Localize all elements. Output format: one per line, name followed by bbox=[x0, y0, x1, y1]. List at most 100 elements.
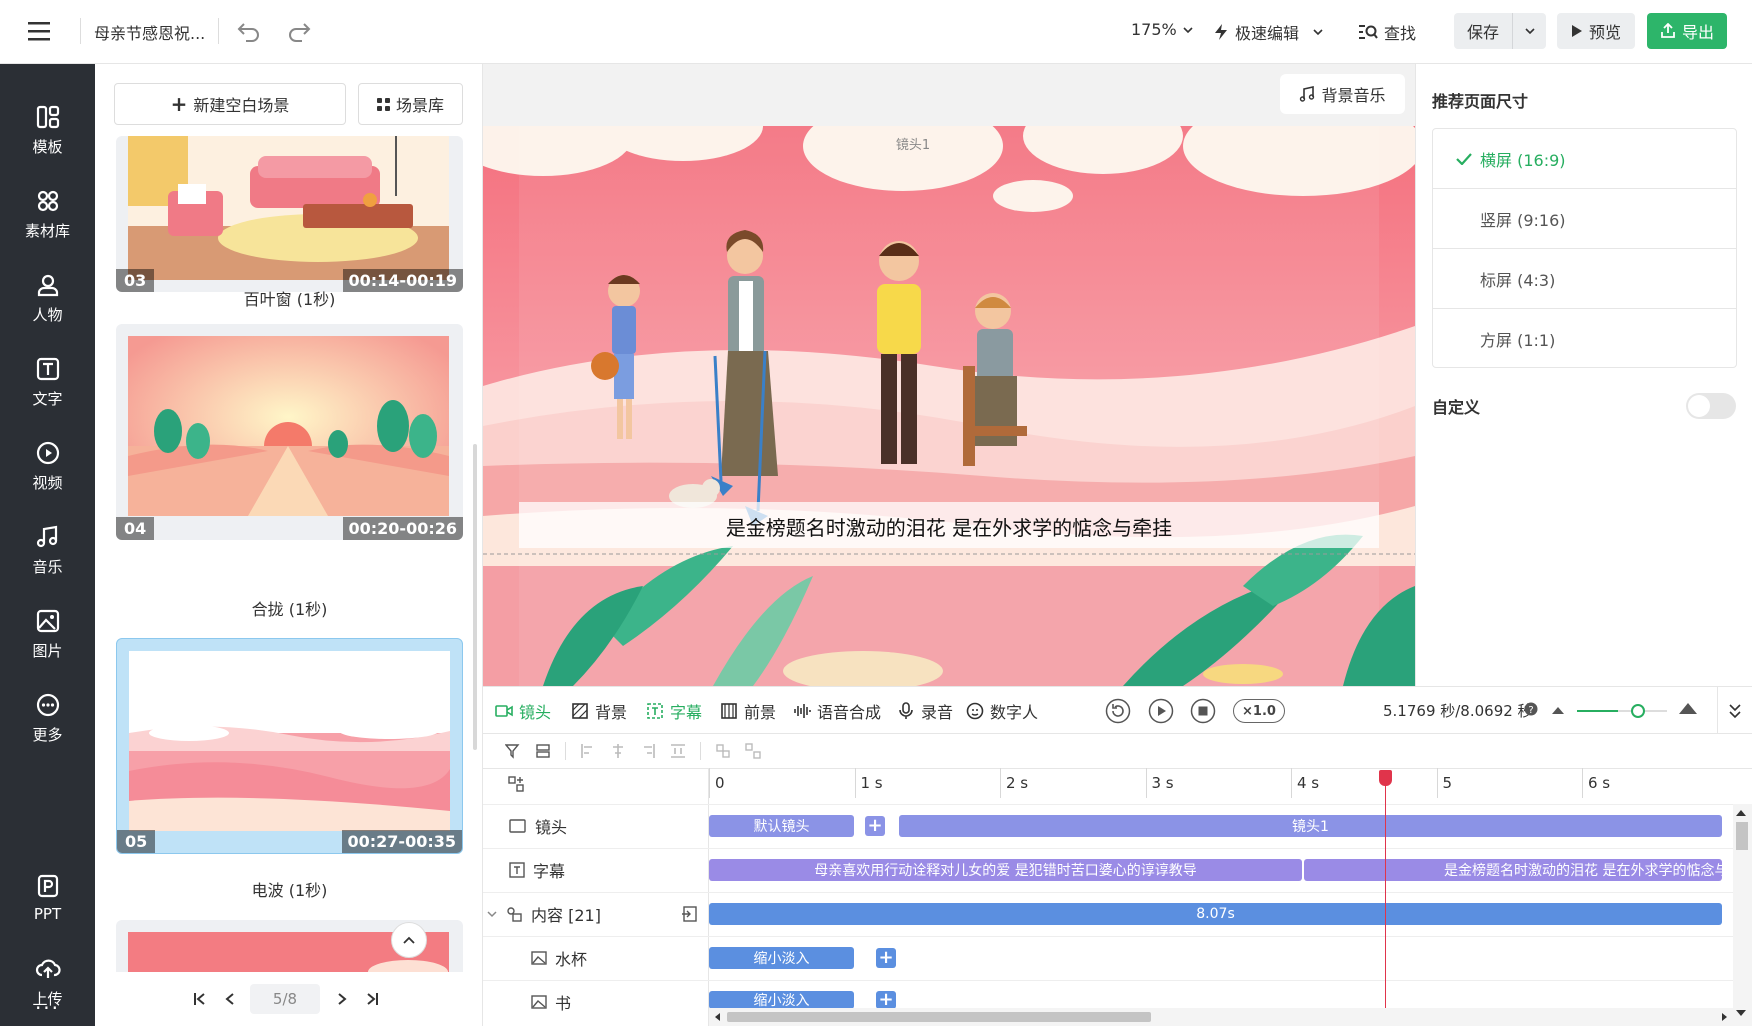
subtitle-text[interactable]: 是金榜题名时激动的泪花 是在外求学的惦念与牵挂 bbox=[519, 512, 1379, 541]
rail-item-template[interactable]: 模板 bbox=[0, 90, 95, 170]
save-options-button[interactable] bbox=[1513, 13, 1546, 49]
last-page-icon[interactable] bbox=[365, 992, 379, 1006]
tool-subtitle[interactable]: 字幕 bbox=[646, 687, 702, 735]
save-group: 保存 bbox=[1454, 13, 1546, 49]
export-button[interactable]: 导出 bbox=[1647, 13, 1727, 49]
playhead-handle[interactable] bbox=[1379, 770, 1392, 786]
add-shot-button[interactable]: + bbox=[865, 816, 885, 836]
time-readout: 5.1769 秒/8.0692 秒 bbox=[1383, 702, 1533, 720]
size-option-square[interactable]: 方屏 (1:1) bbox=[1432, 309, 1737, 369]
edit-mode-select[interactable]: 极速编辑 bbox=[1213, 20, 1323, 44]
rail-item-music[interactable]: 音乐 bbox=[0, 510, 95, 590]
undo-icon[interactable] bbox=[236, 18, 262, 44]
scene-library-button[interactable]: 场景库 bbox=[358, 83, 463, 125]
track-cup[interactable]: 水杯 bbox=[483, 936, 708, 980]
prev-page-icon[interactable] bbox=[223, 992, 237, 1006]
add-cup-animation-button[interactable]: + bbox=[876, 948, 896, 968]
clip-default-shot[interactable]: 默认镜头 bbox=[709, 815, 854, 837]
scene-card-05[interactable]: 05 00:27-00:35 bbox=[116, 638, 463, 854]
zoom-slider-knob[interactable] bbox=[1631, 704, 1645, 718]
collapse-timeline-icon[interactable] bbox=[1728, 703, 1742, 719]
scroll-left-icon[interactable] bbox=[715, 1013, 720, 1021]
rail-item-video[interactable]: 视频 bbox=[0, 426, 95, 506]
track-subtitle[interactable]: 字幕 bbox=[483, 848, 708, 892]
scroll-up-icon[interactable] bbox=[1736, 810, 1746, 816]
playback-speed-button[interactable]: ×1.0 bbox=[1233, 699, 1285, 723]
scroll-down-icon[interactable] bbox=[1736, 1010, 1746, 1016]
zoom-slider-track[interactable] bbox=[1577, 710, 1667, 712]
size-option-portrait[interactable]: 竖屏 (9:16) bbox=[1432, 189, 1737, 249]
track-book[interactable]: 书 bbox=[483, 980, 708, 1024]
scene-card-04[interactable]: 04 00:20-00:26 bbox=[116, 324, 463, 540]
track-shot[interactable]: 镜头 bbox=[483, 804, 708, 848]
rail-item-text[interactable]: 文字 bbox=[0, 342, 95, 422]
page-size-title: 推荐页面尺寸 bbox=[1432, 92, 1529, 111]
tool-label: 背景 bbox=[595, 703, 628, 722]
vertical-scrollbar[interactable] bbox=[1733, 804, 1752, 1026]
tool-tts[interactable]: 语音合成 bbox=[793, 687, 881, 735]
content-icon bbox=[507, 907, 522, 922]
first-page-icon[interactable] bbox=[193, 992, 207, 1006]
top-bar: 母亲节感恩祝... 175% 极速编辑 查找 保存 预览 导出 bbox=[0, 0, 1752, 64]
help-icon[interactable]: ? bbox=[1524, 702, 1538, 716]
ruler-tick-label: 6 s bbox=[1588, 774, 1611, 792]
export-label: 导出 bbox=[1681, 23, 1714, 42]
replay-icon[interactable] bbox=[1105, 698, 1131, 724]
scroll-thumb[interactable] bbox=[1736, 822, 1748, 850]
clip-shot1[interactable]: 镜头1 bbox=[899, 815, 1722, 837]
save-button[interactable]: 保存 bbox=[1454, 13, 1512, 49]
chevron-down-icon bbox=[1183, 26, 1193, 33]
size-option-landscape[interactable]: 横屏 (16:9) bbox=[1432, 129, 1737, 189]
zoom-in-icon[interactable] bbox=[1678, 701, 1698, 715]
page-input[interactable]: 5/8 bbox=[250, 984, 320, 1014]
rail-item-image[interactable]: 图片 bbox=[0, 594, 95, 674]
rail-item-assets[interactable]: 素材库 bbox=[0, 174, 95, 254]
preview-button[interactable]: 预览 bbox=[1557, 13, 1635, 49]
scene-canvas[interactable] bbox=[483, 126, 1415, 686]
scene-card-03[interactable]: 03 00:14-00:19 bbox=[116, 136, 463, 292]
tool-background[interactable]: 背景 bbox=[571, 687, 627, 735]
export-track-icon[interactable] bbox=[681, 906, 697, 922]
zoom-select[interactable]: 175% bbox=[1131, 20, 1193, 39]
time-ruler[interactable]: 0 1 s 2 s 3 s 4 s 5 6 s bbox=[483, 734, 1752, 804]
new-blank-scene-button[interactable]: + 新建空白场景 bbox=[114, 83, 346, 125]
scene-number: 05 bbox=[117, 830, 156, 853]
rail-item-person[interactable]: 人物 bbox=[0, 258, 95, 338]
camera-icon bbox=[495, 705, 513, 717]
tool-shot[interactable]: 镜头 bbox=[495, 687, 551, 735]
zoom-out-icon[interactable] bbox=[1551, 705, 1565, 715]
tool-digital-human[interactable]: 数字人 bbox=[966, 687, 1038, 735]
find-button[interactable]: 查找 bbox=[1358, 20, 1416, 44]
scene-scrollbar[interactable] bbox=[473, 444, 477, 750]
rail-more-dots[interactable]: ··· bbox=[0, 996, 95, 1020]
custom-size-toggle[interactable] bbox=[1686, 393, 1736, 419]
add-book-animation-button[interactable]: + bbox=[876, 991, 896, 1009]
scroll-thumb[interactable] bbox=[727, 1012, 1151, 1022]
stop-icon[interactable] bbox=[1190, 698, 1216, 724]
hamburger-icon[interactable] bbox=[28, 20, 52, 42]
redo-icon[interactable] bbox=[286, 18, 312, 44]
ruler-tick-label: 3 s bbox=[1151, 774, 1174, 792]
clip-subtitle-2[interactable]: 是金榜题名时激动的泪花 是在外求学的惦念与牵挂 bbox=[1304, 859, 1722, 881]
ruler-tick-label: 0 bbox=[715, 774, 725, 792]
left-rail: 模板 素材库 人物 文字 视频 音乐 图片 更多 PPT 上传 ··· bbox=[0, 64, 95, 1026]
scroll-right-icon[interactable] bbox=[1722, 1013, 1727, 1021]
tool-record[interactable]: 录音 bbox=[897, 687, 953, 735]
tool-foreground[interactable]: 前景 bbox=[720, 687, 776, 735]
rail-item-more[interactable]: 更多 bbox=[0, 678, 95, 758]
play-icon[interactable] bbox=[1148, 698, 1174, 724]
rail-item-ppt[interactable]: PPT bbox=[0, 858, 95, 938]
clip-cup-animation[interactable]: 缩小淡入 bbox=[709, 947, 854, 969]
clip-subtitle-1[interactable]: 母亲喜欢用行动诠释对儿女的爱 是犯错时苦口婆心的谆谆教导 bbox=[709, 859, 1302, 881]
track-content[interactable]: 内容 [21] bbox=[483, 892, 708, 936]
clip-book-animation[interactable]: 缩小淡入 bbox=[709, 991, 854, 1009]
next-page-icon[interactable] bbox=[335, 992, 349, 1006]
clip-content[interactable]: 8.07s bbox=[709, 903, 1722, 925]
background-music-button[interactable]: 背景音乐 bbox=[1280, 74, 1405, 114]
playhead-line bbox=[1385, 770, 1386, 1008]
scroll-top-button[interactable] bbox=[391, 922, 427, 958]
size-option-standard[interactable]: 标屏 (4:3) bbox=[1432, 249, 1737, 309]
horizontal-scrollbar[interactable] bbox=[709, 1008, 1733, 1026]
assets-icon bbox=[37, 190, 58, 211]
project-title[interactable]: 母亲节感恩祝... bbox=[94, 20, 205, 44]
